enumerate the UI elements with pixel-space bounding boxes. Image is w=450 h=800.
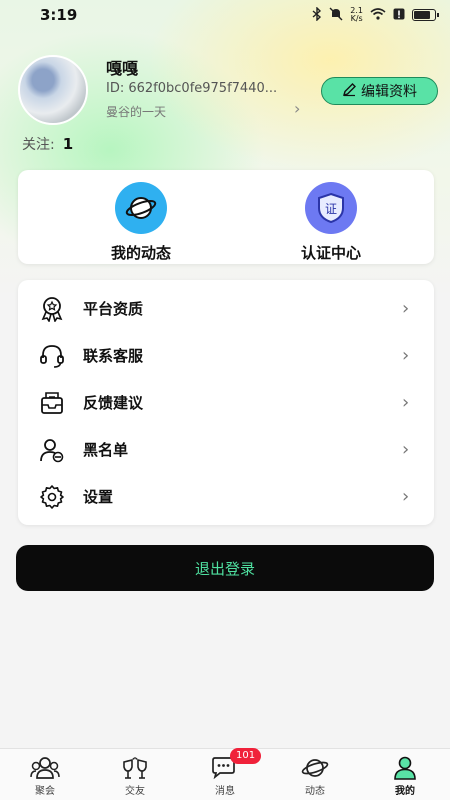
svg-text:证: 证 <box>325 202 337 216</box>
tab-label-party: 聚会 <box>35 786 55 797</box>
menu-label-feedback: 反馈建议 <box>83 394 144 412</box>
tab-party[interactable]: 聚会 <box>0 749 90 800</box>
net-speed-unit: K/s <box>350 14 363 23</box>
alert-icon <box>393 8 405 23</box>
menu-item-blacklist[interactable]: 黑名单 › <box>18 426 434 473</box>
planet-icon <box>300 755 330 781</box>
my-posts-label: 我的动态 <box>110 244 171 262</box>
avatar[interactable] <box>18 55 88 125</box>
edit-profile-button[interactable]: 编辑资料 <box>321 77 438 105</box>
mail-tray-icon <box>38 389 66 417</box>
user-icon <box>390 755 420 781</box>
signature[interactable]: 曼谷的一天 <box>106 103 166 120</box>
headset-icon <box>38 342 66 370</box>
tab-messages[interactable]: 101 消息 <box>180 748 270 800</box>
logout-button[interactable]: 退出登录 <box>16 545 434 591</box>
tab-mine[interactable]: 我的 <box>360 749 450 800</box>
chevron-right-icon: › <box>402 298 410 319</box>
profile-header: 嘎嘎 ID: 662f0bc0fe975f7440... 曼谷的一天 › 编辑资… <box>18 55 438 125</box>
menu-label-platform-qualification: 平台资质 <box>83 300 144 318</box>
tab-label-messages: 消息 <box>215 786 235 797</box>
menu-label-blacklist: 黑名单 <box>83 441 129 459</box>
tab-label-friends: 交友 <box>125 786 145 797</box>
chevron-right-icon[interactable]: › <box>294 99 300 118</box>
planet-icon <box>115 182 167 234</box>
status-bar: 3:19 2.1 K/s <box>0 0 450 30</box>
verified-shield-icon: 证 <box>305 182 357 234</box>
menu-item-customer-service[interactable]: 联系客服 › <box>18 332 434 379</box>
menu-item-feedback[interactable]: 反馈建议 › <box>18 379 434 426</box>
tab-label-moments: 动态 <box>305 786 325 797</box>
follow-label: 关注: <box>22 137 55 153</box>
bottom-tab-bar: 聚会 交友 101 消息 动态 我的 <box>0 748 450 800</box>
my-posts-button[interactable]: 我的动态 <box>71 182 211 263</box>
verification-center-button[interactable]: 证 认证中心 <box>261 182 401 263</box>
net-speed: 2.1 K/s <box>350 7 363 23</box>
quick-actions-card: 我的动态 证 认证中心 <box>18 170 434 264</box>
pencil-icon <box>342 82 357 101</box>
award-badge-icon <box>38 295 66 323</box>
nickname: 嘎嘎 <box>106 59 139 78</box>
tab-friends[interactable]: 交友 <box>90 749 180 800</box>
gear-icon <box>38 483 66 511</box>
tab-label-mine: 我的 <box>395 786 415 797</box>
tab-moments[interactable]: 动态 <box>270 749 360 800</box>
chevron-right-icon: › <box>402 345 410 366</box>
status-icons: 2.1 K/s <box>312 5 439 24</box>
mute-icon <box>329 7 343 24</box>
battery-icon <box>412 9 439 21</box>
menu-label-customer-service: 联系客服 <box>83 347 144 365</box>
group-icon <box>30 755 60 781</box>
verification-center-label: 认证中心 <box>300 244 361 262</box>
menu-label-settings: 设置 <box>83 488 114 506</box>
menu-item-platform-qualification[interactable]: 平台资质 › <box>18 285 434 332</box>
follow-count-row[interactable]: 关注: 1 <box>22 134 73 154</box>
edit-profile-label: 编辑资料 <box>361 84 417 100</box>
chevron-right-icon: › <box>402 486 410 507</box>
settings-menu-card: 平台资质 › 联系客服 › 反馈建议 › 黑名单 › 设置 › <box>18 280 434 525</box>
chevron-right-icon: › <box>402 439 410 460</box>
wifi-icon <box>370 7 386 23</box>
cheers-icon <box>120 755 150 781</box>
chevron-right-icon: › <box>402 392 410 413</box>
user-block-icon <box>38 436 66 464</box>
unread-badge: 101 <box>230 748 262 764</box>
user-id: ID: 662f0bc0fe975f7440... <box>106 81 278 96</box>
status-time: 3:19 <box>40 6 78 24</box>
follow-count: 1 <box>62 135 74 153</box>
bluetooth-icon <box>312 5 322 24</box>
menu-item-settings[interactable]: 设置 › <box>18 473 434 520</box>
